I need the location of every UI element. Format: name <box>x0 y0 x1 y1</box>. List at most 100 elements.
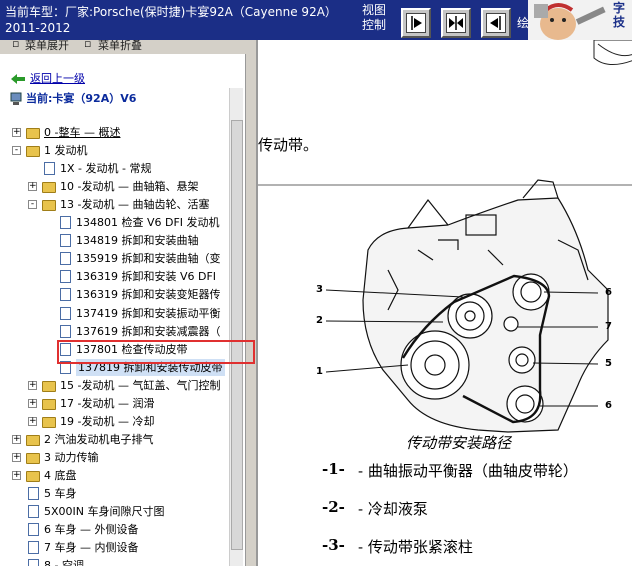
tree-item[interactable]: +3 动力传输 <box>0 449 245 466</box>
tree-item-label[interactable]: 6 车身 — 外侧设备 <box>44 521 139 538</box>
tree-item[interactable]: +0 -整车 — 概述 <box>0 124 245 141</box>
title-bar: 当前车型：厂家:Porsche(保时捷)卡宴92A（Cayenne 92A） 2… <box>0 0 632 40</box>
tree-item[interactable]: 7 车身 — 内侧设备 <box>0 539 245 556</box>
tree-item[interactable]: +15 -发动机 — 气缸盖、气门控制 <box>0 377 245 394</box>
menu-collapse[interactable]: 菜单折叠 <box>98 40 142 53</box>
content-panel: 传动带。 3 2 1 6 7 5 6 传动带安装路径 -1- - 曲轴振动平衡器（曲轴皮带轮）… <box>256 40 632 566</box>
document-icon <box>60 252 71 266</box>
tree-item[interactable]: +19 -发动机 — 冷却 <box>0 413 245 430</box>
tree-item[interactable]: 5X00IN 车身间隙尺寸图 <box>0 503 245 520</box>
document-icon <box>28 487 39 500</box>
tree-item[interactable]: +10 -发动机 — 曲轴箱、悬架 <box>0 178 245 195</box>
expand-both-button[interactable] <box>441 8 471 38</box>
tree-item[interactable]: 136319 拆卸和安装 V6 DFI <box>0 268 245 285</box>
expand-toggle-icon[interactable]: + <box>28 380 37 390</box>
tree-item[interactable]: - 1 发动机 <box>0 142 245 159</box>
tree-item-label[interactable]: 3 动力传输 <box>44 449 99 466</box>
scrollbar-thumb[interactable] <box>231 120 243 550</box>
folder-icon <box>26 434 40 446</box>
diagram-callout-label: 1 <box>316 366 323 377</box>
legend-number: -3- <box>322 536 345 554</box>
tree-item-label[interactable]: 1 发动机 <box>44 142 88 159</box>
tree-item[interactable]: 6 车身 — 外侧设备 <box>0 521 245 538</box>
document-icon <box>60 270 71 284</box>
expand-toggle-icon[interactable]: + <box>28 182 37 192</box>
tree-item-label[interactable]: 137419 拆卸和安装振动平衡 <box>76 305 221 322</box>
expand-toggle-icon[interactable]: + <box>28 416 37 426</box>
document-icon <box>44 162 55 176</box>
document-icon <box>60 216 71 230</box>
tree-item-label[interactable]: 7 车身 — 内侧设备 <box>44 539 139 556</box>
computer-icon <box>10 92 22 105</box>
expand-toggle-icon[interactable]: + <box>12 470 21 480</box>
expand-toggle-icon[interactable]: + <box>12 452 21 462</box>
top-clipped-diagram <box>593 40 632 65</box>
belt-diagram <box>362 179 609 433</box>
section-heading: 传动带。 <box>258 136 319 154</box>
logo-text: 字 技 <box>613 1 626 29</box>
expand-toggle-icon[interactable]: + <box>12 128 21 137</box>
folder-icon <box>42 416 56 428</box>
tree-item-label[interactable]: 4 底盘 <box>44 467 77 484</box>
tree-item[interactable]: +4 底盘 <box>0 467 245 484</box>
brand-logo: 字 技 <box>528 0 632 40</box>
back-button[interactable] <box>481 8 511 38</box>
diagram-callout-label: 6 <box>605 400 612 411</box>
folder-icon <box>42 182 56 194</box>
back-arrow-icon <box>11 74 25 84</box>
tree-item-label[interactable]: 135919 拆卸和安装曲轴（变 <box>76 250 221 267</box>
nav-tree-panel: 返回上一级 当前:卡宴（92A）V6 +0 -整车 — 概述 - 1 发动机 1X -… <box>0 54 246 566</box>
tree-item[interactable]: 134801 检查 V6 DFI 发动机 <box>0 214 245 231</box>
tree-item[interactable]: 1X - 发动机 - 常规 <box>0 160 245 177</box>
tree-item[interactable]: 5 车身 <box>0 485 245 502</box>
tree-item-label[interactable]: 134819 拆卸和安装曲轴 <box>76 232 199 249</box>
tree-item-label[interactable]: 2 汽油发动机电子排气 <box>44 431 154 448</box>
folder-icon <box>26 470 40 482</box>
tree-item-label[interactable]: 17 -发动机 — 润滑 <box>60 395 154 412</box>
content-drawing <box>258 40 632 433</box>
tree-item-label[interactable]: 136319 拆卸和安装变矩器传 <box>76 286 221 303</box>
expand-toggle-icon[interactable]: + <box>12 434 21 444</box>
tree-item[interactable]: +17 -发动机 — 润滑 <box>0 395 245 412</box>
tree-item-label[interactable]: 5 车身 <box>44 485 77 502</box>
tree-item[interactable]: 135919 拆卸和安装曲轴（变 <box>0 250 245 267</box>
tree-item[interactable]: 137419 拆卸和安装振动平衡 <box>0 305 245 322</box>
selection-highlight-box <box>57 340 255 364</box>
tree-item-label[interactable]: 10 -发动机 — 曲轴箱、悬架 <box>60 178 198 195</box>
tree-item-label[interactable]: 0 -整车 — 概述 <box>44 124 120 141</box>
document-icon <box>28 523 39 537</box>
tree-item-label[interactable]: 137619 拆卸和安装减震器（ <box>76 323 221 340</box>
menu-expand[interactable]: 菜单展开 <box>25 40 69 53</box>
tree-item-label[interactable]: 1X - 发动机 - 常规 <box>60 160 151 177</box>
forward-button[interactable] <box>401 8 431 38</box>
tree-item[interactable]: +2 汽油发动机电子排气 <box>0 431 245 448</box>
back-label[interactable]: 返回上一级 <box>30 70 85 87</box>
menu-expand-icon: ▫ <box>12 40 20 50</box>
tree-item-label[interactable]: 5X00IN 车身间隙尺寸图 <box>44 503 165 520</box>
menu-bar: ▫ 菜单展开 ▫ 菜单折叠 <box>0 40 248 54</box>
collapse-toggle-icon[interactable]: - <box>28 200 37 210</box>
tree-item[interactable]: - 13 -发动机 — 曲轴齿轮、活塞 <box>0 196 245 213</box>
expand-toggle-icon[interactable]: + <box>28 398 37 408</box>
tree-item-label[interactable]: 8 - 空调 <box>44 557 84 566</box>
expand-both-icon <box>446 13 466 33</box>
tree-item[interactable]: 137619 拆卸和安装减震器（ <box>0 323 245 340</box>
folder-icon <box>42 200 56 212</box>
tree-item-label[interactable]: 15 -发动机 — 气缸盖、气门控制 <box>60 377 220 394</box>
tree-item-label[interactable]: 19 -发动机 — 冷却 <box>60 413 154 430</box>
document-icon <box>28 541 39 555</box>
legend-text: - 曲轴振动平衡器（曲轴皮带轮） <box>358 462 578 480</box>
tree-item-label[interactable]: 13 -发动机 — 曲轴齿轮、活塞 <box>60 196 209 213</box>
tree-item[interactable]: 136319 拆卸和安装变矩器传 <box>0 286 245 303</box>
tree-item-label[interactable]: 134801 检查 V6 DFI 发动机 <box>76 214 220 231</box>
folder-icon <box>42 380 56 392</box>
tree-scrollbar[interactable] <box>229 88 243 566</box>
collapse-toggle-icon[interactable]: - <box>12 146 21 156</box>
view-control-label: 视图控制 <box>362 3 387 32</box>
diagram-caption: 传动带安装路径 <box>406 434 512 452</box>
tree-item[interactable]: 8 - 空调 <box>0 557 245 566</box>
folder-icon <box>42 398 56 410</box>
tree-item-label[interactable]: 136319 拆卸和安装 V6 DFI <box>76 268 216 285</box>
tree-item[interactable]: 134819 拆卸和安装曲轴 <box>0 232 245 249</box>
document-icon <box>60 306 71 320</box>
